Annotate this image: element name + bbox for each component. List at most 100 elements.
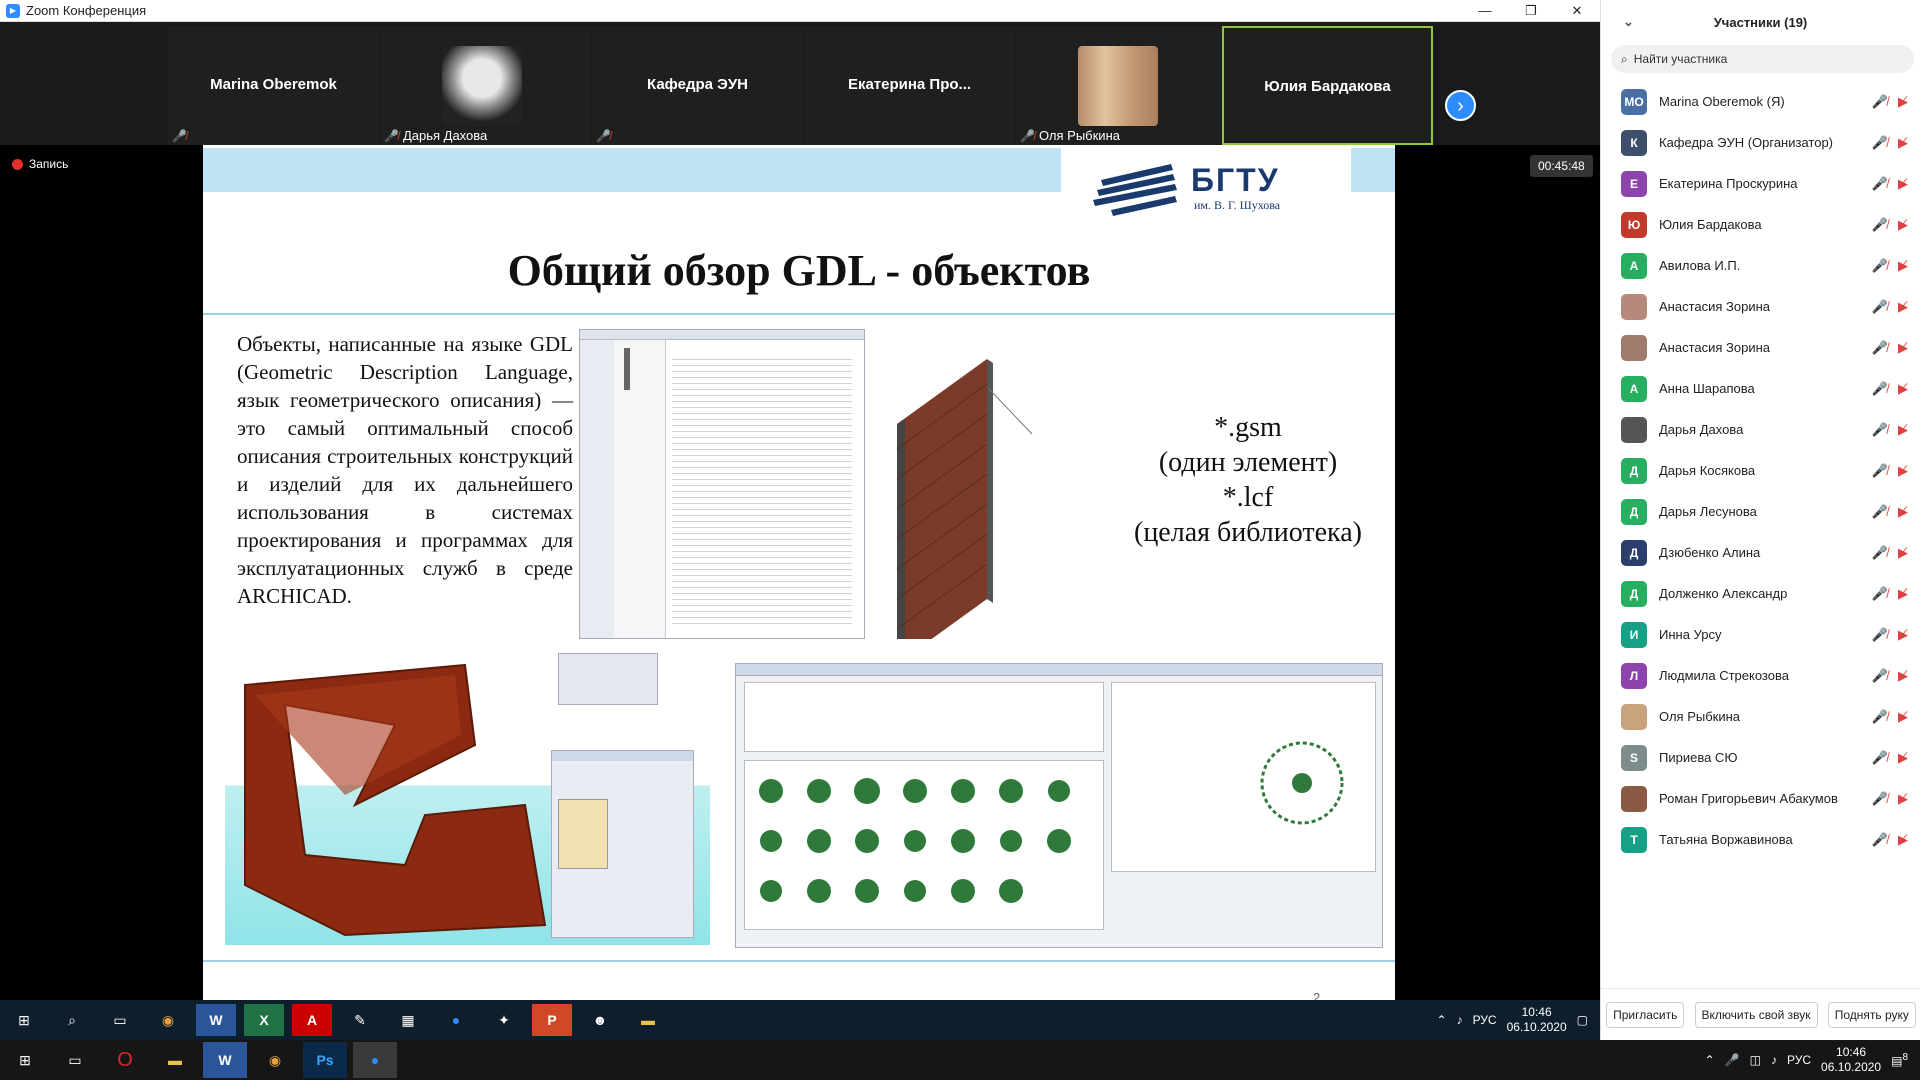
tile-name: Кафедра ЭУН <box>647 76 748 93</box>
participant-row[interactable]: Д Дарья Косякова 🎤̸ ▶̸ <box>1601 450 1920 491</box>
object-parameters-dialog-screenshot <box>735 663 1383 948</box>
window-titlebar: ▶ Zoom Конференция — ❐ ✕ <box>0 0 1600 22</box>
tile-video <box>1078 46 1158 126</box>
participant-row[interactable]: К Кафедра ЭУН (Организатор) 🎤̸ ▶̸ <box>1601 122 1920 163</box>
tile-name: Юлия Бардакова <box>1264 78 1391 95</box>
participant-row[interactable]: А Анна Шарапова 🎤̸ ▶̸ <box>1601 368 1920 409</box>
next-page-button[interactable]: › <box>1445 90 1476 121</box>
video-tile[interactable]: Marina Oberemok 🎤̸ <box>168 26 379 145</box>
participant-row[interactable]: Д Дзюбенко Алина 🎤̸ ▶̸ <box>1601 532 1920 573</box>
notifications-icon: ▢ <box>1576 1013 1588 1027</box>
tray-chevron-icon[interactable]: ⌃ <box>1705 1053 1715 1067</box>
close-button[interactable]: ✕ <box>1554 0 1600 22</box>
unmute-button[interactable]: Включить свой звук <box>1694 1001 1818 1028</box>
maximize-button[interactable]: ❐ <box>1508 0 1554 22</box>
video-tile-active-speaker[interactable]: Юлия Бардакова <box>1222 26 1433 145</box>
word-icon[interactable]: W <box>203 1042 247 1078</box>
avatar: А <box>1621 375 1647 402</box>
participant-search-input[interactable]: ⌕ Найти участника <box>1611 45 1914 73</box>
participant-row[interactable]: Д Дарья Лесунова 🎤̸ ▶̸ <box>1601 491 1920 532</box>
windows-start-icon[interactable]: ⊞ <box>3 1042 47 1078</box>
participant-row[interactable]: И Инна Урсу 🎤̸ ▶̸ <box>1601 614 1920 655</box>
participant-row[interactable]: Дарья Дахова 🎤̸ ▶̸ <box>1601 409 1920 450</box>
mic-muted-icon: 🎤̸ <box>1871 93 1888 109</box>
participant-row[interactable]: Д Долженко Александр 🎤̸ ▶̸ <box>1601 573 1920 614</box>
window-title: Zoom Конференция <box>26 3 147 18</box>
ext-line: (целая библиотека) <box>1134 517 1362 548</box>
outer-clock[interactable]: 10:46 06.10.2020 <box>1821 1045 1881 1075</box>
participant-name: Пириева СЮ <box>1659 750 1738 765</box>
participant-row[interactable]: МО Marina Oberemok (Я) 🎤̸ ▶̸ <box>1601 81 1920 122</box>
video-tile[interactable]: Кафедра ЭУН 🎤̸ <box>592 26 803 145</box>
tile-name: Marina Oberemok <box>210 76 337 93</box>
folder-icon[interactable]: ▬ <box>153 1042 197 1078</box>
tile-label: 🎤̸ <box>172 129 187 143</box>
divider-top <box>203 313 1395 315</box>
participant-status-icons: 🎤̸ ▶̸ <box>1872 258 1908 274</box>
participant-row[interactable]: Роман Григорьевич Абакумов 🎤̸ ▶̸ <box>1601 778 1920 819</box>
video-tile[interactable]: 🎤̸ Дарья Дахова <box>380 26 591 145</box>
participant-row[interactable]: Е Екатерина Проскурина 🎤̸ ▶̸ <box>1601 163 1920 204</box>
divider-bottom <box>203 960 1395 962</box>
ext-line: *.lcf <box>1222 482 1274 513</box>
presentation-slide: БГТУ им. В. Г. Шухова Общий обзор GDL - … <box>203 145 1395 1000</box>
notifications-icon[interactable]: ▤8 <box>1891 1052 1908 1068</box>
record-dot-icon <box>12 158 23 170</box>
participant-status-icons: 🎤̸ ▶̸ <box>1872 709 1908 725</box>
app-icon: ☻ <box>592 1012 608 1028</box>
participant-status-icons: 🎤̸ ▶̸ <box>1872 217 1908 233</box>
participant-name: Оля Рыбкина <box>1659 709 1741 724</box>
participant-row[interactable]: А Авилова И.П. 🎤̸ ▶̸ <box>1601 245 1920 286</box>
shared-screen-area: Запись 00:45:48 БГТУ им. В. Г. Шухова Об… <box>0 145 1600 1005</box>
raise-hand-button[interactable]: Поднять руку <box>1827 1001 1916 1028</box>
chevron-down-icon[interactable]: ⌄ <box>1623 14 1634 30</box>
participant-row[interactable]: Анастасия Зорина 🎤̸ ▶̸ <box>1601 327 1920 368</box>
volume-icon[interactable]: ♪ <box>1771 1053 1777 1067</box>
avatar: Т <box>1621 826 1647 853</box>
video-off-icon: ▶̸ <box>1898 298 1908 314</box>
mic-muted-icon: 🎤̸ <box>1871 462 1888 478</box>
opera-icon[interactable]: O <box>103 1042 147 1078</box>
participant-status-icons: 🎤̸ ▶̸ <box>1872 545 1908 561</box>
zoom-icon[interactable]: ● <box>353 1042 397 1078</box>
participant-status-icons: 🎤̸ ▶̸ <box>1872 791 1908 807</box>
mic-muted-icon: 🎤̸ <box>1871 749 1888 765</box>
participant-row[interactable]: Л Людмила Стрекозова 🎤̸ ▶̸ <box>1601 655 1920 696</box>
minimize-button[interactable]: — <box>1462 0 1508 22</box>
video-tile[interactable]: 🎤̸ Оля Рыбкина <box>1016 26 1227 145</box>
video-off-icon: ▶̸ <box>1898 831 1908 847</box>
outer-lang[interactable]: РУС <box>1787 1053 1811 1067</box>
tile-label: 🎤̸ Дарья Дахова <box>384 128 487 143</box>
profile-manager-screenshot <box>551 750 694 938</box>
participant-row[interactable]: Оля Рыбкина 🎤̸ ▶̸ <box>1601 696 1920 737</box>
recording-indicator[interactable]: Запись <box>12 157 68 171</box>
participant-row[interactable]: Т Татьяна Воржавинова 🎤̸ ▶̸ <box>1601 819 1920 860</box>
invite-button[interactable]: Пригласить <box>1606 1001 1685 1028</box>
mic-icon[interactable]: 🎤 <box>1725 1053 1740 1067</box>
participant-name: Татьяна Воржавинова <box>1659 832 1793 847</box>
video-off-icon: ▶̸ <box>1898 667 1908 683</box>
mic-muted-icon: 🎤̸ <box>1871 257 1888 273</box>
avatar <box>1621 416 1647 443</box>
university-logo: БГТУ им. В. Г. Шухова <box>1061 148 1351 223</box>
task-view-icon[interactable]: ▭ <box>53 1042 97 1078</box>
chrome-icon[interactable]: ◉ <box>253 1042 297 1078</box>
search-placeholder: Найти участника <box>1633 52 1728 66</box>
video-off-icon: ▶̸ <box>1898 257 1908 273</box>
mic-muted-icon: 🎤̸ <box>1871 708 1888 724</box>
inner-time: 10:46 <box>1521 1005 1552 1019</box>
avatar <box>1621 785 1647 812</box>
video-off-icon: ▶̸ <box>1898 708 1908 724</box>
mic-muted-icon: 🎤̸ <box>172 129 187 143</box>
network-icon[interactable]: ◫ <box>1750 1053 1761 1067</box>
participant-status-icons: 🎤̸ ▶̸ <box>1872 504 1908 520</box>
mic-muted-icon: 🎤̸ <box>596 129 611 143</box>
photoshop-icon[interactable]: Ps <box>303 1042 347 1078</box>
video-off-icon: ▶̸ <box>1898 503 1908 519</box>
video-tile[interactable]: Екатерина Про... <box>804 26 1015 145</box>
participant-row[interactable]: S Пириева СЮ 🎤̸ ▶̸ <box>1601 737 1920 778</box>
participant-row[interactable]: Анастасия Зорина 🎤̸ ▶̸ <box>1601 286 1920 327</box>
participant-row[interactable]: Ю Юлия Бардакова 🎤̸ ▶̸ <box>1601 204 1920 245</box>
video-off-icon: ▶̸ <box>1898 585 1908 601</box>
avatar: Д <box>1621 580 1647 607</box>
